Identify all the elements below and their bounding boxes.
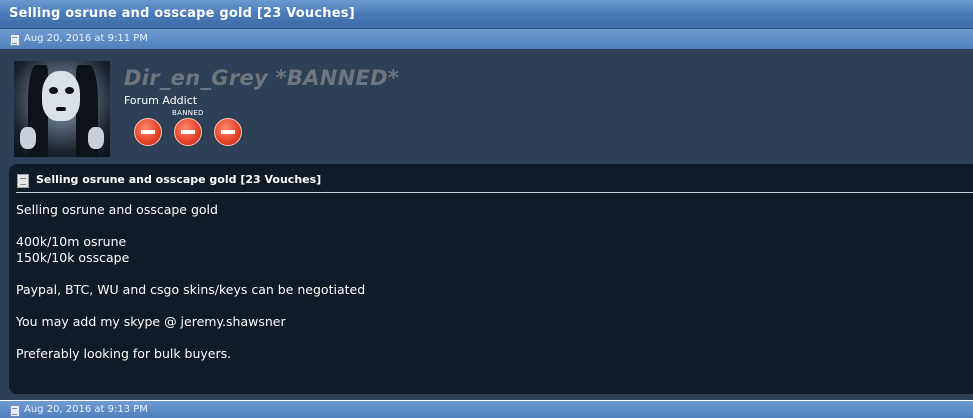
message-line: Paypal, BTC, WU and csgo skins/keys can … [16, 282, 366, 297]
next-post-date-bar: Aug 20, 2016 at 9:13 PM [0, 401, 973, 418]
message-line: 400k/10m osrune [16, 234, 127, 249]
message-doc-icon [17, 174, 29, 188]
avatar-hand-left [20, 127, 36, 149]
avatar-eye-left [49, 87, 58, 94]
message-line: 150k/10k osscape [16, 250, 130, 265]
next-post-doc-icon [10, 405, 20, 417]
negative-rep-icon [214, 118, 242, 146]
thread-header: Selling osrune and osscape gold [23 Vouc… [0, 0, 973, 29]
negative-rep-icon [174, 118, 202, 146]
thread-title: Selling osrune and osscape gold [23 Vouc… [9, 6, 355, 21]
message-title: Selling osrune and osscape gold [23 Vouc… [36, 173, 322, 186]
reputation-icons [134, 116, 246, 148]
user-title: Forum Addict [124, 94, 198, 107]
avatar-hand-right [88, 127, 104, 149]
message-line: Selling osrune and osscape gold [16, 202, 218, 217]
avatar-face [42, 71, 80, 121]
avatar-eye-right [65, 87, 74, 94]
post-date[interactable]: Aug 20, 2016 at 9:11 PM [24, 33, 148, 44]
post-username[interactable]: Dir_en_Grey *BANNED* [124, 66, 399, 90]
avatar-mouth [56, 107, 66, 111]
message-line: You may add my skype @ jeremy.shawsner [16, 314, 286, 329]
post-date-bar: Aug 20, 2016 at 9:11 PM [0, 29, 973, 49]
message-title-row: Selling osrune and osscape gold [23 Vouc… [17, 171, 972, 193]
message-box: Selling osrune and osscape gold [23 Vouc… [9, 164, 973, 394]
negative-rep-icon [134, 118, 162, 146]
message-line: Preferably looking for bulk buyers. [16, 346, 232, 361]
post-doc-icon [10, 34, 20, 46]
message-divider [16, 192, 973, 193]
next-post-date[interactable]: Aug 20, 2016 at 9:13 PM [24, 404, 148, 415]
user-avatar[interactable] [14, 61, 110, 157]
